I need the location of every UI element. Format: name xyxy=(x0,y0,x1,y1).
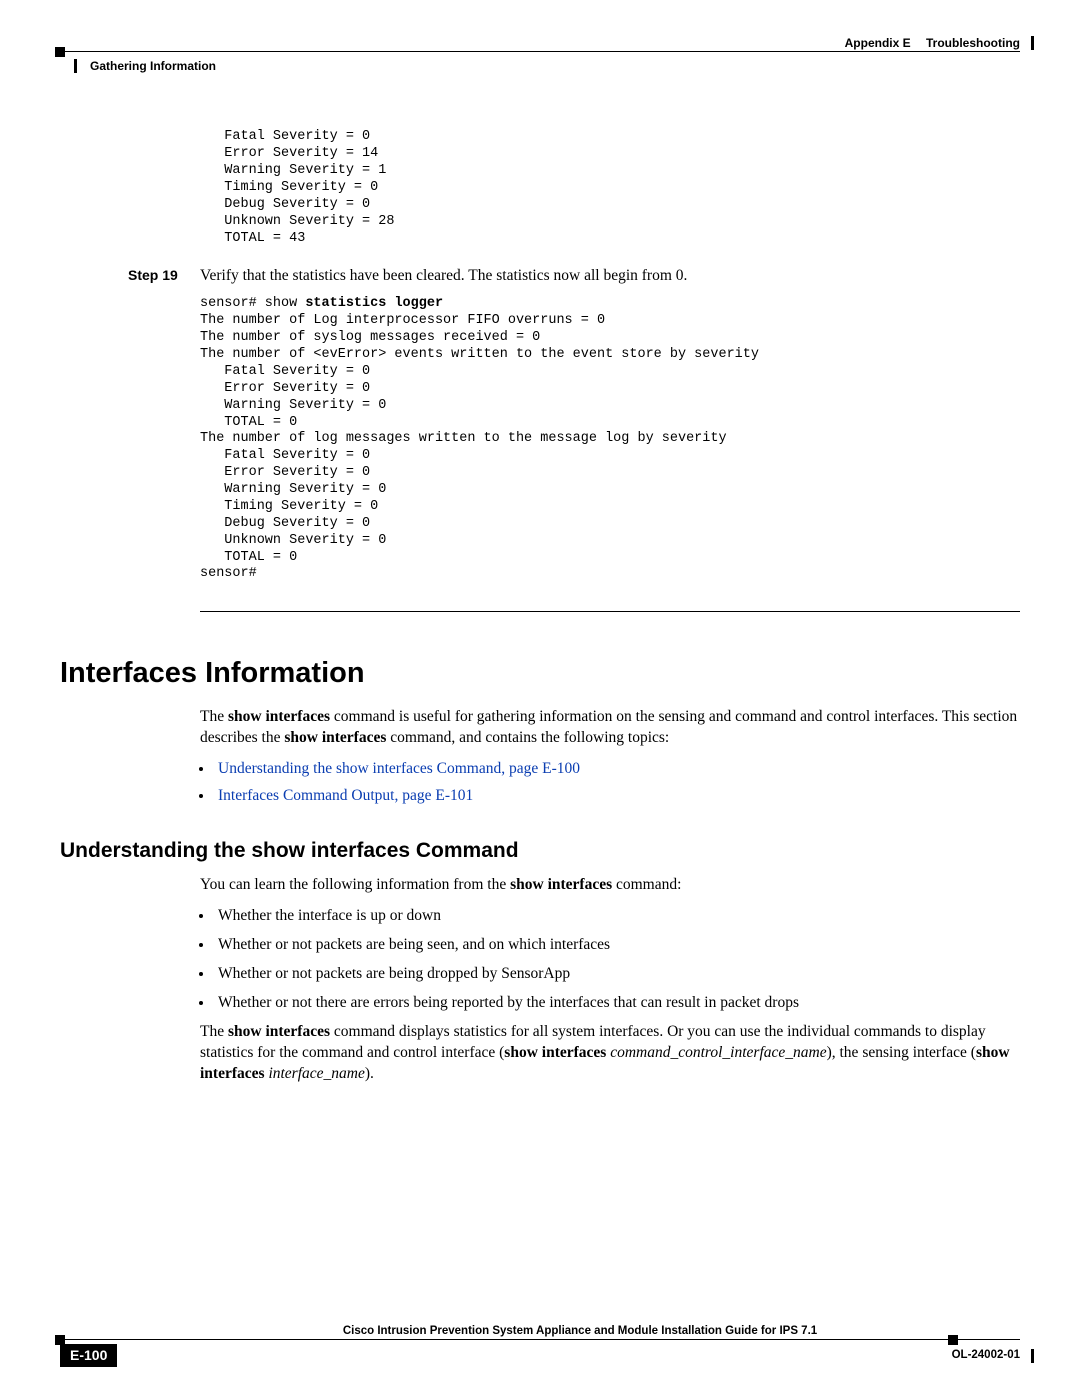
closing-mid2: ), the sensing interface ( xyxy=(827,1044,976,1061)
header-title: Troubleshooting xyxy=(926,36,1020,50)
header-rule xyxy=(60,51,1020,52)
link-output[interactable]: Interfaces Command Output, page E-101 xyxy=(218,787,473,804)
code2-bold: statistics logger xyxy=(305,296,443,311)
intro-bold1: show interfaces xyxy=(228,708,330,725)
learn-prefix: You can learn the following information … xyxy=(200,876,510,893)
bullet-2: Whether or not packets are being seen, a… xyxy=(214,935,1020,956)
code-block-1: Fatal Severity = 0 Error Severity = 14 W… xyxy=(200,129,1020,247)
footer-rule xyxy=(60,1339,1020,1340)
learn-bold: show interfaces xyxy=(510,876,612,893)
intro-prefix: The xyxy=(200,708,228,725)
doc-id: OL-24002-01 xyxy=(952,1348,1020,1364)
closing-paragraph: The show interfaces command displays sta… xyxy=(200,1022,1020,1085)
header-appendix: Appendix E xyxy=(845,36,911,50)
code2-body: The number of Log interprocessor FIFO ov… xyxy=(200,313,759,581)
section-divider xyxy=(200,611,1020,612)
code2-prefix: sensor# show xyxy=(200,296,305,311)
learn-paragraph: You can learn the following information … xyxy=(200,875,1020,896)
closing-suffix: ). xyxy=(365,1065,374,1082)
learn-suffix: command: xyxy=(612,876,681,893)
page-number-badge: E-100 xyxy=(60,1344,117,1367)
heading-understanding: Understanding the show interfaces Comman… xyxy=(60,837,1020,865)
heading-interfaces-information: Interfaces Information xyxy=(60,654,1020,693)
closing-bold2: show interfaces xyxy=(504,1044,606,1061)
intro-suffix: command, and contains the following topi… xyxy=(386,729,669,746)
intro-paragraph: The show interfaces command is useful fo… xyxy=(200,707,1020,749)
closing-ital2: interface_name xyxy=(265,1065,365,1082)
intro-bold2: show interfaces xyxy=(284,729,386,746)
footer-guide-title: Cisco Intrusion Prevention System Applia… xyxy=(140,1324,1020,1340)
header-section: Gathering Information xyxy=(80,58,216,74)
bullet-3: Whether or not packets are being dropped… xyxy=(214,964,1020,985)
code-block-2: sensor# show statistics logger The numbe… xyxy=(200,296,1020,583)
bullet-1: Whether the interface is up or down xyxy=(214,906,1020,927)
closing-prefix: The xyxy=(200,1023,228,1040)
step-text: Verify that the statistics have been cle… xyxy=(200,267,687,284)
closing-bold1: show interfaces xyxy=(228,1023,330,1040)
link-understanding[interactable]: Understanding the show interfaces Comman… xyxy=(218,760,580,777)
closing-ital1: command_control_interface_name xyxy=(606,1044,826,1061)
bullet-4: Whether or not there are errors being re… xyxy=(214,993,1020,1014)
step-label: Step 19 xyxy=(128,266,178,285)
